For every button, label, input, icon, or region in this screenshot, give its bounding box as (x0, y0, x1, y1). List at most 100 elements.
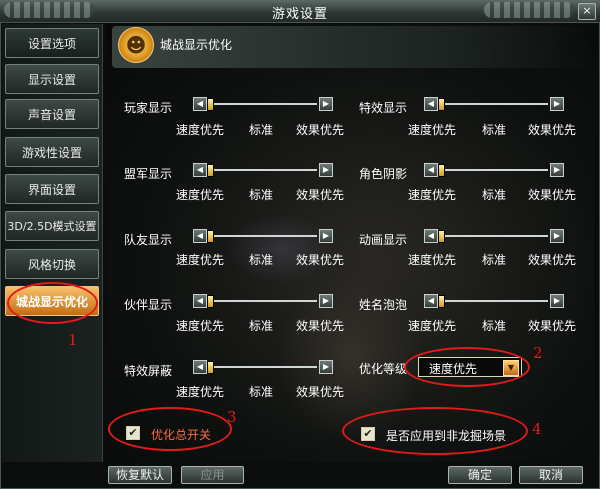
scale-standard: 标准 (249, 188, 274, 202)
slider-thumb[interactable] (207, 361, 214, 374)
slider-thumb[interactable] (207, 295, 214, 308)
scale-standard: 标准 (249, 123, 274, 137)
scale-speed: 速度优先 (176, 385, 225, 399)
slider-track (209, 235, 317, 237)
player-display-label: 玩家显示 (124, 101, 173, 115)
scale-quality: 效果优先 (296, 188, 345, 202)
effect-display-slider[interactable]: ◀ ▶ (424, 97, 564, 111)
arrow-right-icon[interactable]: ▶ (319, 97, 333, 111)
player-display-slider[interactable]: ◀ ▶ (193, 97, 333, 111)
slider-track (440, 235, 548, 237)
slider-thumb[interactable] (438, 164, 445, 177)
slider-thumb[interactable] (207, 230, 214, 243)
annotation-number-1: 1 (68, 331, 78, 349)
people-icon: ☻ (118, 27, 154, 63)
character-shadow-slider[interactable]: ◀ ▶ (424, 163, 564, 177)
sidebar: 设置选项 显示设置 声音设置 游戏性设置 界面设置 3D/2.5D模式设置 风格… (2, 24, 103, 462)
ok-button[interactable]: 确定 (448, 466, 512, 484)
arrow-left-icon[interactable]: ◀ (193, 294, 207, 308)
scale-speed: 速度优先 (176, 123, 225, 137)
scale-quality: 效果优先 (528, 253, 577, 267)
scale-quality: 效果优先 (296, 319, 345, 333)
ally-display-slider[interactable]: ◀ ▶ (193, 163, 333, 177)
arrow-right-icon[interactable]: ▶ (319, 229, 333, 243)
scale-quality: 效果优先 (528, 188, 577, 202)
scale-speed: 速度优先 (176, 253, 225, 267)
optimization-level-label: 优化等级 (359, 362, 408, 376)
effect-shield-slider[interactable]: ◀ ▶ (193, 360, 333, 374)
annotation-number-3: 3 (227, 408, 237, 426)
sidebar-item-sound[interactable]: 声音设置 (5, 99, 99, 129)
name-bubble-slider[interactable]: ◀ ▶ (424, 294, 564, 308)
slider-track (440, 103, 548, 105)
sidebar-item-options[interactable]: 设置选项 (5, 28, 99, 58)
scale-quality: 效果优先 (528, 319, 577, 333)
arrow-left-icon[interactable]: ◀ (424, 163, 438, 177)
arrow-right-icon[interactable]: ▶ (319, 360, 333, 374)
arrow-left-icon[interactable]: ◀ (193, 360, 207, 374)
scale-standard: 标准 (249, 253, 274, 267)
sidebar-item-display[interactable]: 显示设置 (5, 64, 99, 94)
sidebar-item-3d-mode[interactable]: 3D/2.5D模式设置 (5, 211, 99, 241)
slider-thumb[interactable] (438, 230, 445, 243)
arrow-left-icon[interactable]: ◀ (424, 97, 438, 111)
sidebar-item-style[interactable]: 风格切换 (5, 249, 99, 279)
character-shadow-label: 角色阴影 (359, 167, 408, 181)
scale-quality: 效果优先 (296, 253, 345, 267)
scale-speed: 速度优先 (408, 253, 457, 267)
cancel-button[interactable]: 取消 (519, 466, 583, 484)
annotation-number-2: 2 (533, 344, 543, 362)
scale-standard: 标准 (482, 188, 507, 202)
sidebar-item-gameplay[interactable]: 游戏性设置 (5, 137, 99, 167)
annotation-ring-2 (404, 347, 530, 387)
slider-track (209, 169, 317, 171)
scale-standard: 标准 (249, 319, 274, 333)
scale-speed: 速度优先 (408, 188, 457, 202)
animation-display-label: 动画显示 (359, 233, 408, 247)
arrow-right-icon[interactable]: ▶ (550, 97, 564, 111)
scale-standard: 标准 (482, 319, 507, 333)
effect-display-label: 特效显示 (359, 101, 408, 115)
background-art (226, 214, 336, 284)
arrow-right-icon[interactable]: ▶ (319, 294, 333, 308)
scale-standard: 标准 (482, 253, 507, 267)
arrow-left-icon[interactable]: ◀ (424, 294, 438, 308)
name-bubble-label: 姓名泡泡 (359, 298, 408, 312)
arrow-left-icon[interactable]: ◀ (424, 229, 438, 243)
arrow-right-icon[interactable]: ▶ (319, 163, 333, 177)
scale-speed: 速度优先 (408, 319, 457, 333)
effect-shield-label: 特效屏蔽 (124, 364, 173, 378)
slider-thumb[interactable] (207, 164, 214, 177)
sidebar-item-interface[interactable]: 界面设置 (5, 174, 99, 204)
arrow-left-icon[interactable]: ◀ (193, 97, 207, 111)
slider-track (209, 300, 317, 302)
arrow-left-icon[interactable]: ◀ (193, 229, 207, 243)
arrow-left-icon[interactable]: ◀ (193, 163, 207, 177)
slider-track (440, 169, 548, 171)
slider-track (209, 103, 317, 105)
scale-quality: 效果优先 (296, 123, 345, 137)
partner-display-slider[interactable]: ◀ ▶ (193, 294, 333, 308)
scale-speed: 速度优先 (408, 123, 457, 137)
reset-default-button[interactable]: 恢复默认 (108, 466, 172, 484)
scale-quality: 效果优先 (528, 123, 577, 137)
title-bar: 游戏设置 × (0, 0, 600, 23)
apply-button[interactable]: 应用 (181, 466, 244, 484)
arrow-right-icon[interactable]: ▶ (550, 163, 564, 177)
teammate-display-slider[interactable]: ◀ ▶ (193, 229, 333, 243)
slider-track (209, 366, 317, 368)
arrow-right-icon[interactable]: ▶ (550, 294, 564, 308)
slider-thumb[interactable] (438, 98, 445, 111)
partner-display-label: 伙伴显示 (124, 298, 173, 312)
scale-speed: 速度优先 (176, 188, 225, 202)
scale-quality: 效果优先 (296, 385, 345, 399)
scale-standard: 标准 (249, 385, 274, 399)
slider-track (440, 300, 548, 302)
section-title: 城战显示优化 (160, 38, 233, 52)
animation-display-slider[interactable]: ◀ ▶ (424, 229, 564, 243)
slider-thumb[interactable] (438, 295, 445, 308)
close-button[interactable]: × (578, 3, 596, 20)
annotation-ring-1 (7, 282, 98, 324)
arrow-right-icon[interactable]: ▶ (550, 229, 564, 243)
slider-thumb[interactable] (207, 98, 214, 111)
